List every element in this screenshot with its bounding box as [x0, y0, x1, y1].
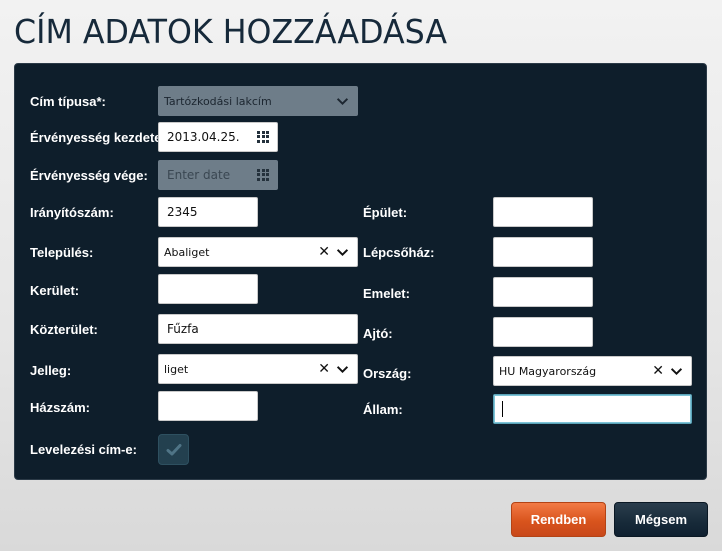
calendar-icon[interactable]	[257, 169, 269, 181]
country-select[interactable]: HU Magyarország ✕	[493, 356, 692, 386]
street-input[interactable]: Fűzfa	[158, 314, 358, 344]
chevron-down-icon[interactable]	[670, 365, 683, 378]
valid-to-date-input[interactable]: Enter date	[158, 160, 278, 190]
state-label: Állam:	[363, 402, 403, 417]
valid-to-label: Érvényesség vége:	[30, 168, 148, 183]
text-caret	[502, 401, 503, 417]
street-label: Közterület:	[30, 322, 98, 337]
staircase-label: Lépcsőház:	[363, 245, 435, 260]
valid-from-label: Érvényesség kezdete:	[30, 130, 166, 145]
country-value: HU Magyarország	[499, 364, 597, 378]
building-label: Épület:	[363, 205, 408, 220]
building-input[interactable]	[493, 197, 593, 227]
postal-code-input[interactable]: 2345	[158, 197, 258, 227]
mailing-address-checkbox[interactable]	[158, 434, 189, 465]
clear-icon[interactable]: ✕	[652, 364, 664, 378]
valid-from-value: 2013.04.25.	[167, 130, 240, 144]
mailing-address-label: Levelezési cím-e:	[30, 442, 137, 457]
floor-input[interactable]	[493, 277, 593, 307]
chevron-down-icon[interactable]	[336, 363, 349, 376]
state-input[interactable]	[493, 394, 692, 424]
calendar-icon[interactable]	[257, 131, 269, 143]
district-input[interactable]	[158, 274, 258, 304]
address-form-panel: Cím típusa*: Érvényesség kezdete: Érvény…	[14, 63, 707, 480]
door-label: Ajtó:	[363, 326, 393, 341]
floor-label: Emelet:	[363, 286, 410, 301]
district-label: Kerület:	[30, 283, 80, 298]
settlement-label: Település:	[30, 245, 94, 260]
address-type-label: Cím típusa*:	[30, 94, 106, 109]
settlement-select[interactable]: Abaliget ✕	[158, 237, 358, 267]
address-type-select[interactable]: Tartózkodási lakcím	[158, 86, 358, 116]
house-number-input[interactable]	[158, 391, 258, 421]
ok-button[interactable]: Rendben	[511, 502, 606, 537]
clear-icon[interactable]: ✕	[318, 245, 330, 259]
postal-code-label: Irányítószám:	[30, 205, 114, 220]
clear-icon[interactable]: ✕	[318, 362, 330, 376]
door-input[interactable]	[493, 317, 593, 347]
street-type-label: Jelleg:	[30, 363, 72, 378]
valid-from-date-input[interactable]: 2013.04.25.	[158, 122, 278, 152]
cancel-button[interactable]: Mégsem	[614, 502, 708, 537]
country-label: Ország:	[363, 366, 412, 381]
valid-to-placeholder: Enter date	[167, 168, 231, 182]
staircase-input[interactable]	[493, 237, 593, 267]
postal-code-value: 2345	[167, 205, 198, 219]
house-number-label: Házszám:	[30, 400, 90, 415]
chevron-down-icon[interactable]	[336, 246, 349, 259]
chevron-down-icon	[336, 97, 349, 105]
street-type-value: liget	[164, 362, 189, 376]
address-type-value: Tartózkodási lakcím	[164, 94, 272, 108]
check-icon	[166, 443, 181, 455]
street-type-select[interactable]: liget ✕	[158, 354, 358, 384]
page-title: CÍM ADATOK HOZZÁADÁSA	[14, 12, 447, 51]
settlement-value: Abaliget	[164, 245, 210, 259]
street-value: Fűzfa	[167, 322, 199, 336]
